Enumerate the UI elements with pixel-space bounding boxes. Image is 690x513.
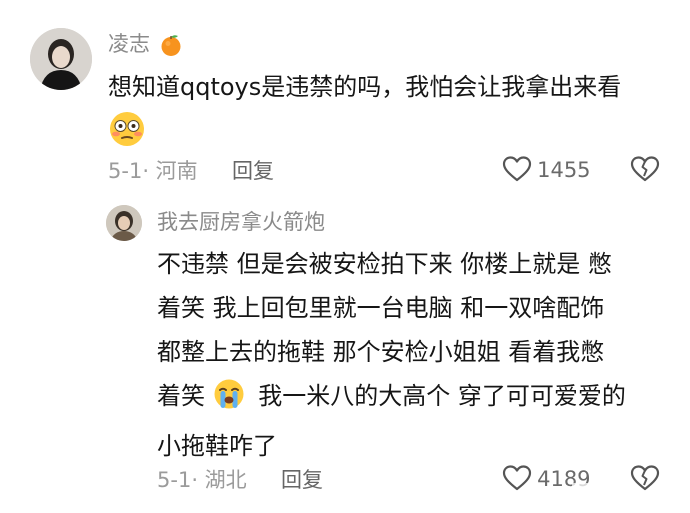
comment-like-button[interactable]: 1455 bbox=[502, 155, 591, 187]
reply-dislike-button[interactable] bbox=[630, 464, 660, 496]
comment-reply-button[interactable]: 回复 bbox=[232, 157, 274, 185]
heart-outline-icon bbox=[502, 155, 532, 187]
reply-user-avatar[interactable] bbox=[106, 205, 142, 241]
reply-text-line-with-emoji: 着笑 我一米八的大高个 穿了可可爱爱的 bbox=[157, 374, 626, 424]
reply-text-fragment: 着笑 bbox=[157, 382, 205, 410]
avatar-photo bbox=[30, 28, 92, 90]
comment-date: 5-1 bbox=[108, 159, 143, 183]
reply-date: 5-1 bbox=[157, 468, 192, 492]
comment-location: 河南 bbox=[155, 159, 198, 183]
comment-text: 想知道qqtoys是违禁的吗，我怕会让我拿出来看 bbox=[108, 73, 622, 101]
reply-text-line: 小拖鞋咋了 bbox=[157, 432, 277, 460]
reply-text: 不违禁 但是会被安检拍下来 你楼上就是 憋 着笑 我上回包里就一台电脑 和一双啥… bbox=[157, 242, 626, 468]
meta-separator: · bbox=[142, 159, 156, 183]
heart-outline-icon bbox=[502, 464, 532, 496]
reply-username[interactable]: 我去厨房拿火箭炮 bbox=[157, 208, 325, 236]
flushed-face-emoji-icon bbox=[108, 110, 146, 152]
reply-text-line: 都整上去的拖鞋 那个安检小姐姐 看着我憋 bbox=[157, 338, 605, 366]
meta-separator: · bbox=[191, 468, 205, 492]
orange-emoji-icon bbox=[159, 33, 183, 64]
reply-reply-button[interactable]: 回复 bbox=[281, 466, 323, 494]
comment-like-count: 1455 bbox=[537, 158, 591, 182]
reply-text-fragment: 我一米八的大高个 穿了可可爱爱的 bbox=[258, 382, 626, 410]
broken-heart-icon bbox=[630, 156, 660, 182]
reply-location: 湖北 bbox=[204, 468, 247, 492]
reply-text-line: 着笑 我上回包里就一台电脑 和一双啥配饰 bbox=[157, 294, 605, 322]
reply-text-line: 不违禁 但是会被安检拍下来 你楼上就是 憋 bbox=[157, 250, 612, 278]
loudly-crying-face-emoji-icon bbox=[213, 378, 245, 424]
reply-avatar-photo bbox=[106, 205, 142, 241]
comment-dislike-button[interactable] bbox=[630, 155, 660, 187]
user-avatar[interactable] bbox=[30, 28, 92, 90]
broken-heart-icon bbox=[630, 465, 660, 491]
comment-username[interactable]: 凌志 bbox=[108, 32, 150, 56]
watermark-overlay bbox=[572, 483, 632, 499]
